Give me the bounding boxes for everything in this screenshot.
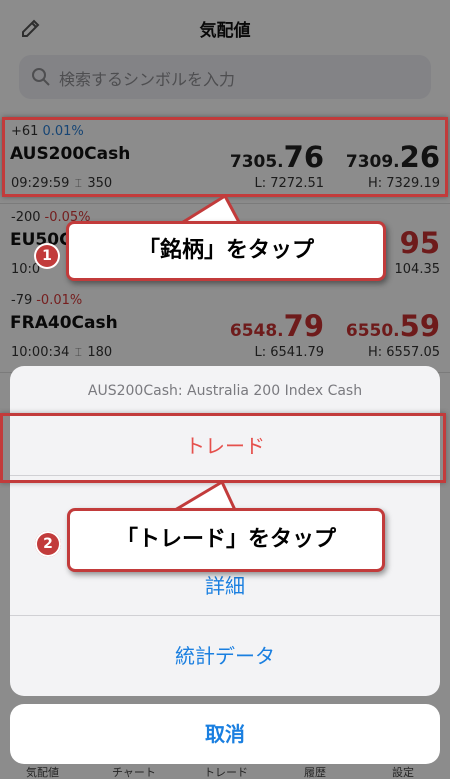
statistics-action-button[interactable]: 統計データ <box>10 626 440 686</box>
step-badge-1: 1 <box>34 243 60 269</box>
callout-tap-trade: 「トレード」をタップ <box>67 508 385 572</box>
step-badge-2: 2 <box>35 531 61 557</box>
cancel-button[interactable]: 取消 <box>10 704 440 764</box>
trade-highlight-frame <box>0 413 446 483</box>
callout-tap-symbol: 「銘柄」をタップ <box>66 221 386 281</box>
action-sheet-title: AUS200Cash: Australia 200 Index Cash <box>10 366 440 416</box>
symbol-highlight-frame <box>2 117 448 197</box>
